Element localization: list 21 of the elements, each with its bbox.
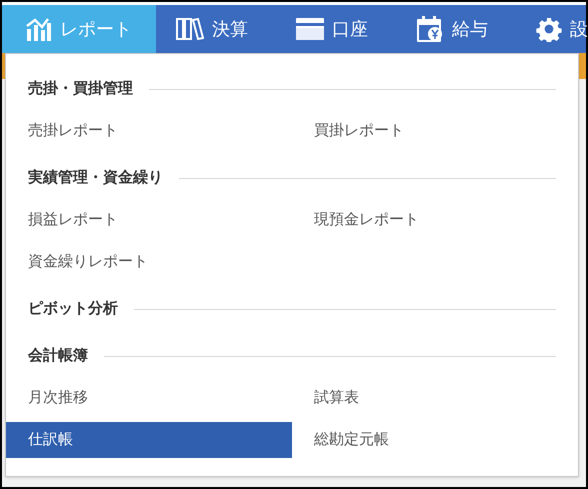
section-heading: 会計帳簿 xyxy=(28,346,88,366)
calendar-icon xyxy=(416,15,444,43)
menu-item[interactable]: 売掛レポート xyxy=(6,113,292,149)
section-heading: ピボット分析 xyxy=(28,299,118,320)
menu-item[interactable]: 損益レポート xyxy=(6,202,292,238)
menu-item[interactable]: 月次推移 xyxy=(6,380,292,416)
section-heading: 売掛・買掛管理 xyxy=(28,79,133,100)
chart-icon xyxy=(26,17,52,41)
binders-icon xyxy=(176,17,204,41)
nav-tab[interactable]: 給与 xyxy=(396,5,516,53)
menu-item[interactable]: 仕訳帳 xyxy=(6,422,292,458)
section-heading: 実績管理・資金繰り xyxy=(28,168,163,188)
card-icon xyxy=(296,18,324,40)
menu-item[interactable]: 買掛レポート xyxy=(292,113,578,149)
menu-item[interactable]: 総勘定元帳 xyxy=(292,422,578,458)
nav-tab[interactable]: 口座 xyxy=(276,5,396,53)
nav-tab[interactable]: 決算 xyxy=(156,5,276,53)
menu-item[interactable]: 資金繰りレポート xyxy=(6,244,292,280)
settings-icon xyxy=(536,16,562,42)
menu-item[interactable]: 現預金レポート xyxy=(292,202,578,238)
menu-item[interactable]: 試算表 xyxy=(292,380,578,416)
